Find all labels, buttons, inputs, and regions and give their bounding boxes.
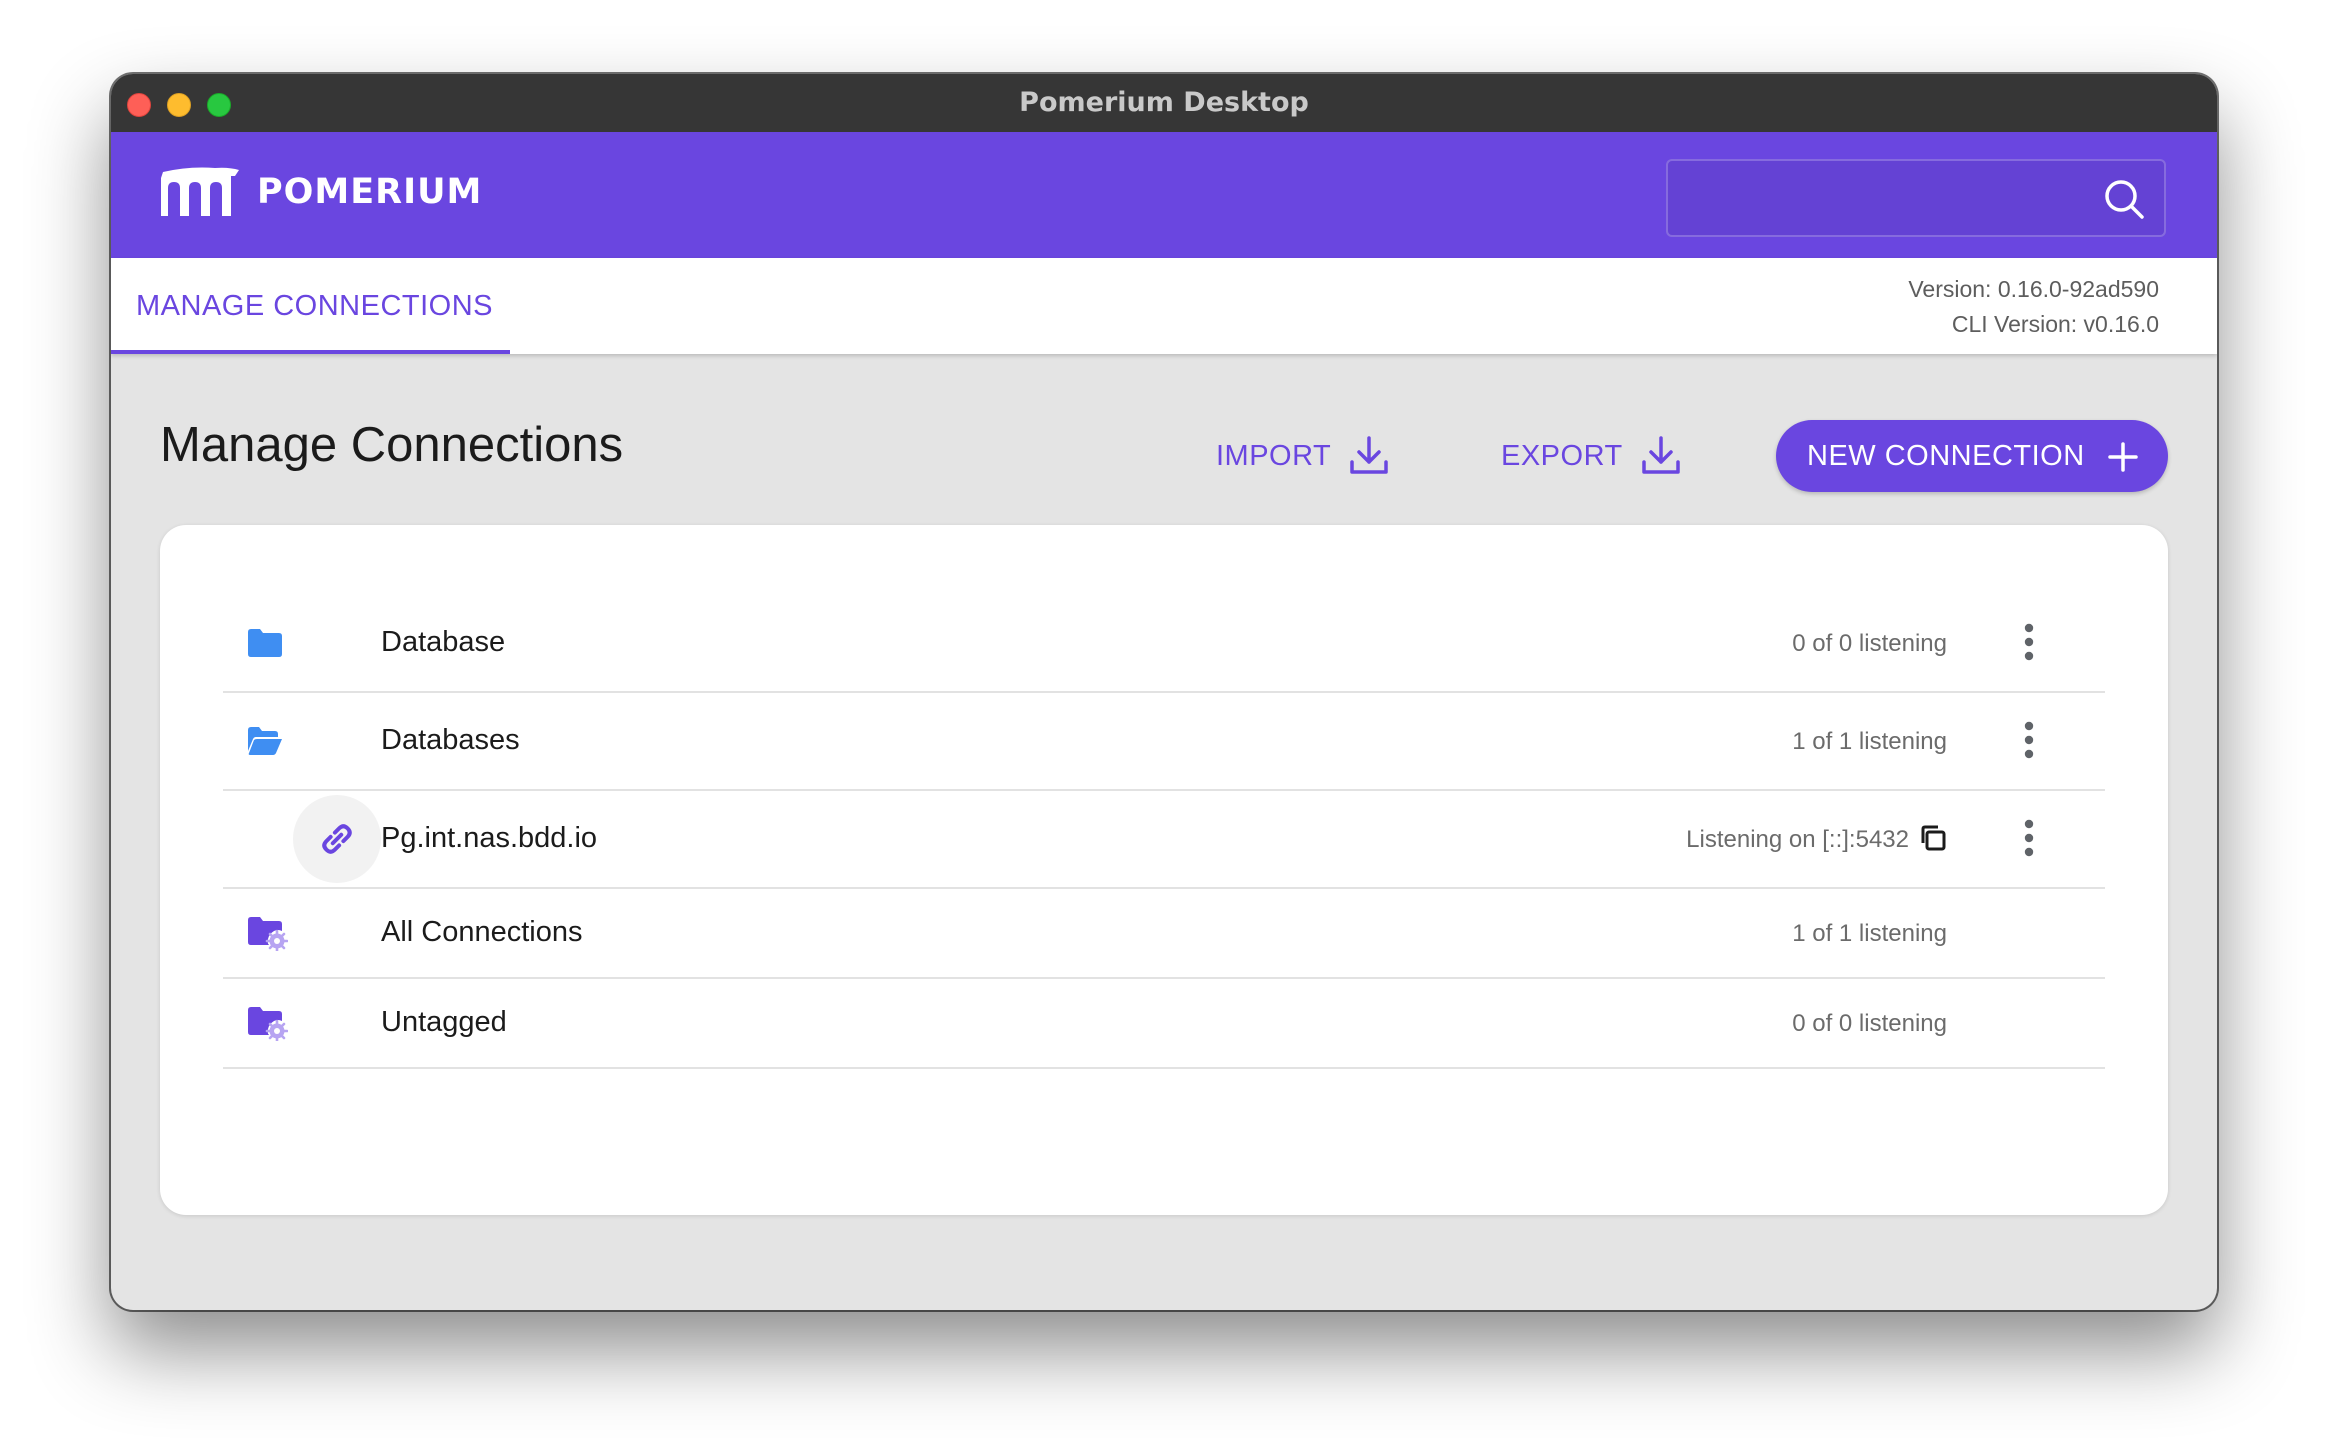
list-item-connection[interactable]: Pg.int.nas.bdd.io Listening on [::]:5432: [223, 791, 2105, 889]
listening-status: Listening on [::]:5432: [1686, 824, 1947, 854]
cli-version: CLI Version: v0.16.0: [1951, 311, 2159, 337]
import-label: IMPORT: [1216, 439, 1332, 472]
app-version: Version: 0.16.0-92ad590: [1908, 276, 2159, 302]
active-tab-indicator: [111, 350, 510, 354]
title-bar: Pomerium Desktop: [111, 74, 2217, 133]
folder-settings-icon: [248, 917, 288, 951]
search-icon[interactable]: [2102, 177, 2146, 221]
more-options-icon[interactable]: [2023, 818, 2035, 858]
copy-icon[interactable]: [1919, 824, 1947, 852]
link-icon: [322, 824, 352, 854]
new-connection-button[interactable]: NEW CONNECTION: [1776, 420, 2168, 492]
row-status: 1 of 1 listening: [1792, 728, 1947, 755]
connection-toggle[interactable]: [293, 795, 381, 883]
row-label: All Connections: [381, 916, 583, 948]
row-status: 0 of 0 listening: [1792, 1010, 1947, 1037]
brand-name: POMERIUM: [257, 172, 483, 212]
search-field[interactable]: [1666, 159, 2166, 237]
pomerium-logo-icon: [161, 167, 239, 216]
version-info: Version: 0.16.0-92ad590 CLI Version: v0.…: [1908, 272, 2159, 342]
export-icon: [1641, 436, 1680, 474]
plus-icon: [2108, 442, 2138, 472]
new-connection-label: NEW CONNECTION: [1807, 439, 2085, 472]
list-item-database[interactable]: Database 0 of 0 listening: [223, 595, 2105, 693]
folder-open-icon: [248, 727, 282, 755]
tab-bar: MANAGE CONNECTIONS Version: 0.16.0-92ad5…: [111, 258, 2217, 354]
pomerium-logo[interactable]: POMERIUM: [159, 162, 482, 222]
row-label: Pg.int.nas.bdd.io: [381, 822, 598, 854]
tab-manage-connections[interactable]: MANAGE CONNECTIONS: [111, 258, 510, 354]
search-input[interactable]: [1680, 161, 2084, 237]
row-status: Listening on [::]:5432: [1686, 826, 1909, 853]
more-options-icon[interactable]: [2023, 622, 2035, 662]
folder-icon: [248, 629, 282, 657]
list-item-all-connections[interactable]: All Connections 1 of 1 listening: [223, 889, 2105, 979]
window-title: Pomerium Desktop: [1019, 87, 1309, 118]
tab-label: MANAGE CONNECTIONS: [136, 290, 494, 322]
import-button[interactable]: IMPORT: [1216, 426, 1391, 486]
more-options-icon[interactable]: [2023, 720, 2035, 760]
list-item-untagged[interactable]: Untagged 0 of 0 listening: [223, 979, 2105, 1069]
export-label: EXPORT: [1501, 439, 1623, 472]
row-status: 1 of 1 listening: [1792, 920, 1947, 947]
row-status: 0 of 0 listening: [1792, 630, 1947, 657]
list-item-databases[interactable]: Databases 1 of 1 listening: [223, 693, 2105, 791]
row-label: Databases: [381, 724, 520, 756]
export-button[interactable]: EXPORT: [1501, 426, 1683, 486]
import-icon: [1350, 436, 1388, 474]
row-label: Untagged: [381, 1006, 507, 1038]
app-window: Pomerium Desktop POMERIUM MANAGE CONNECT…: [111, 74, 2217, 1310]
connections-card: Database 0 of 0 listening Databases 1 of…: [160, 525, 2168, 1215]
page-title: Manage Connections: [160, 418, 624, 472]
app-header: POMERIUM: [111, 132, 2217, 258]
folder-settings-icon: [248, 1007, 288, 1041]
row-label: Database: [381, 626, 506, 658]
